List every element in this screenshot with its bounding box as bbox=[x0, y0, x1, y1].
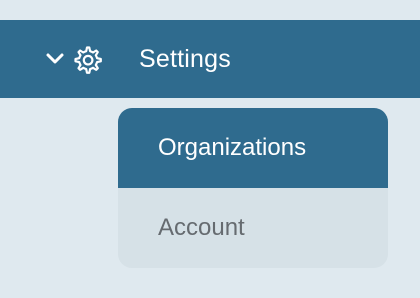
submenu-item-label: Account bbox=[158, 214, 245, 241]
submenu-item-organizations[interactable]: Organizations bbox=[118, 108, 388, 188]
chevron-down-icon[interactable] bbox=[44, 48, 66, 70]
submenu-item-account[interactable]: Account bbox=[118, 188, 388, 268]
settings-nav-item[interactable]: Settings bbox=[0, 20, 420, 98]
gear-icon bbox=[70, 43, 104, 77]
submenu-item-label: Organizations bbox=[158, 134, 307, 161]
settings-submenu: Organizations Account bbox=[118, 108, 388, 268]
settings-label: Settings bbox=[139, 45, 231, 73]
